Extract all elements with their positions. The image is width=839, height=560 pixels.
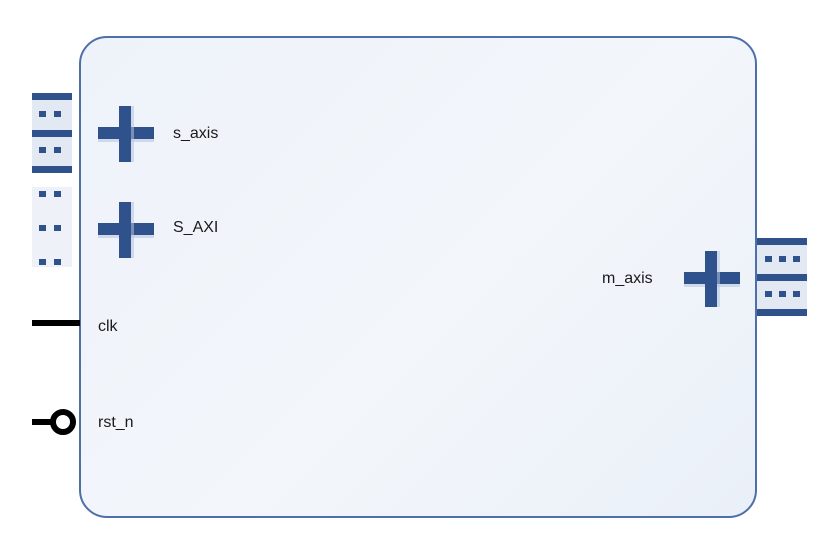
clk-wire[interactable] xyxy=(32,320,80,326)
s-axis-expand-icon[interactable] xyxy=(98,106,154,162)
m-axis-port-label: m_axis xyxy=(602,270,653,287)
s-axi-port-label: S_AXI xyxy=(173,219,219,236)
s-axi-bus-icon[interactable] xyxy=(32,187,72,267)
clk-port-label: clk xyxy=(98,318,118,335)
s-axis-bus-icon[interactable] xyxy=(32,93,72,173)
s-axi-expand-icon[interactable] xyxy=(98,202,154,258)
m-axis-bus-icon[interactable] xyxy=(757,238,807,316)
s-axis-port-label: s_axis xyxy=(173,125,219,142)
active-low-bubble-icon xyxy=(50,409,76,435)
m-axis-expand-icon[interactable] xyxy=(684,251,740,307)
rst-n-port-label: rst_n xyxy=(98,414,134,431)
ip-block[interactable] xyxy=(79,36,757,518)
